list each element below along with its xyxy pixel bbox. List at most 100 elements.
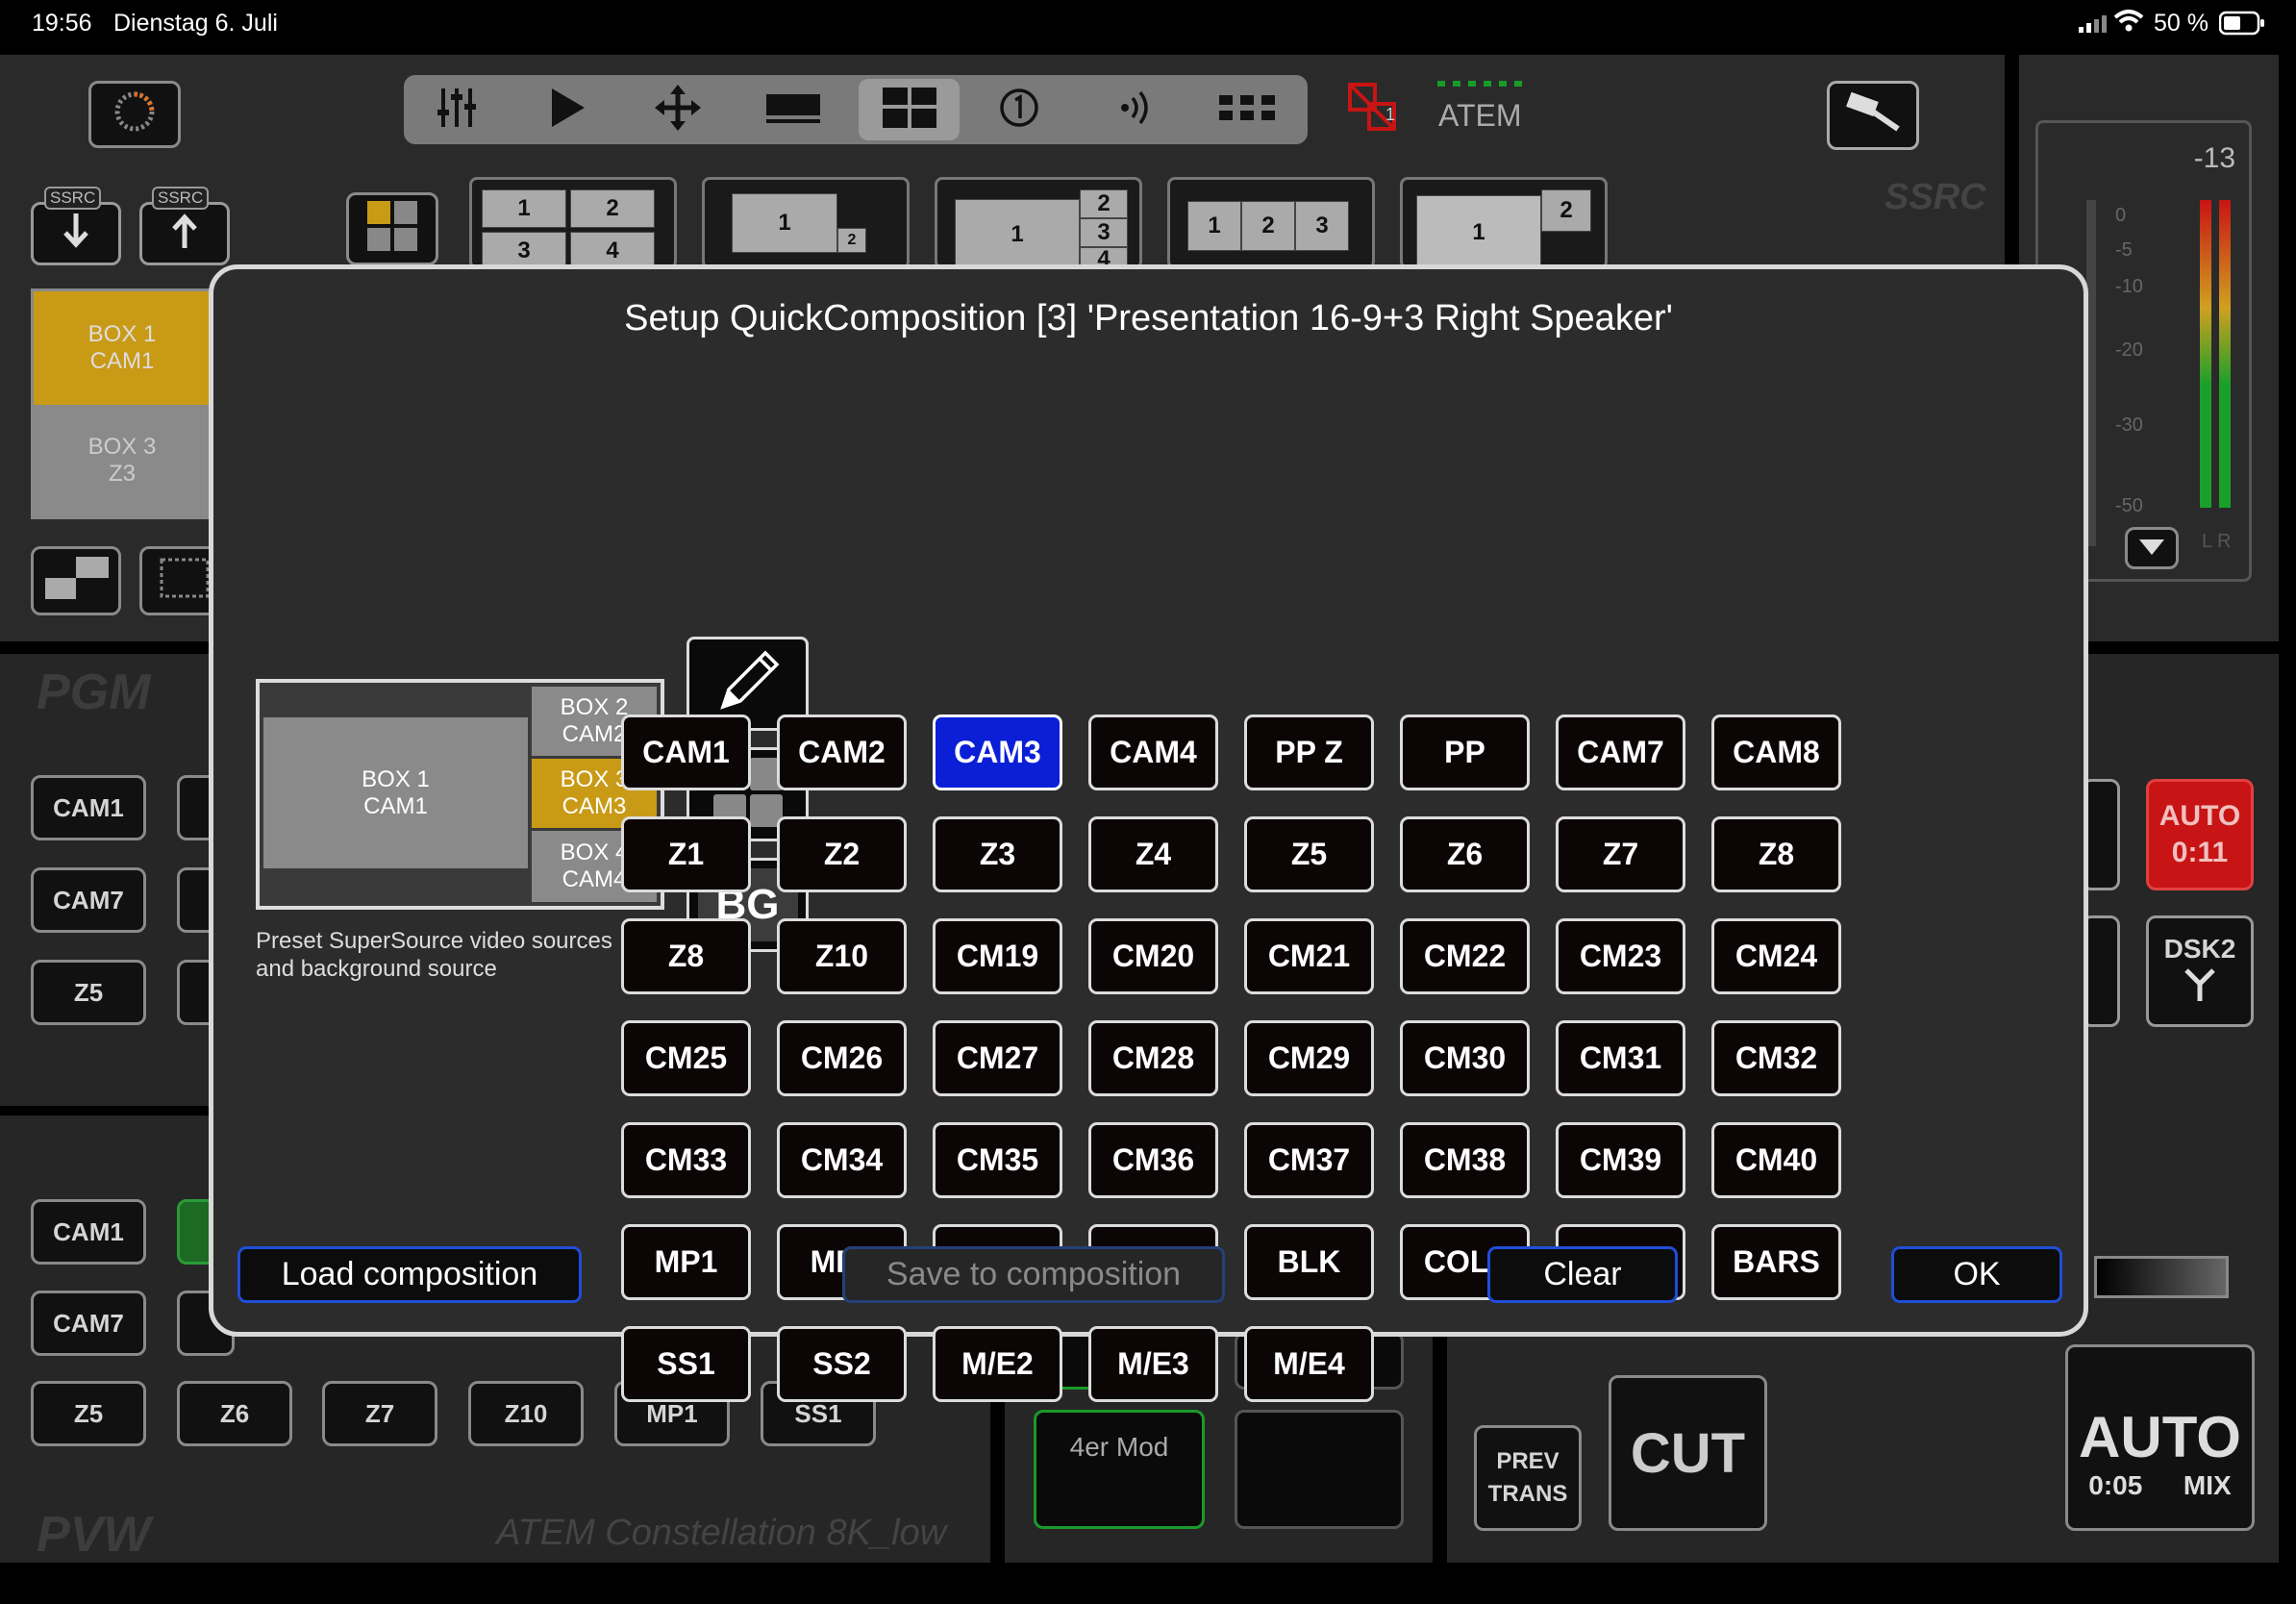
source-button-cm39[interactable]: CM39 [1556,1122,1685,1198]
meter-lr-label: L R [2202,531,2232,552]
source-button-z7[interactable]: Z7 [1556,816,1685,892]
source-button-m-e3[interactable]: M/E3 [1088,1326,1218,1402]
source-button-pp[interactable]: PP [1400,714,1530,790]
pgm-cam1-button[interactable]: CAM1 [31,775,146,840]
source-button-cam2[interactable]: CAM2 [777,714,907,790]
mixer-tab[interactable] [428,83,486,137]
prev-trans-button[interactable]: PREV TRANS [1474,1425,1582,1531]
source-button-cm28[interactable]: CM28 [1088,1020,1218,1096]
dsk2-button[interactable]: DSK2 [2146,915,2254,1027]
comp-thumb-5[interactable]: 1 2 [1400,177,1608,269]
auto-transition-button[interactable]: AUTO 0:11 [2146,779,2254,890]
macro-tab[interactable] [990,83,1048,137]
pgm-cam7-button[interactable]: CAM7 [31,867,146,933]
auto-duration: 0:05 [2088,1469,2143,1500]
thumb-cell: 3 [1295,201,1349,251]
source-button-pp-z[interactable]: PP Z [1244,714,1374,790]
source-button-cam7[interactable]: CAM7 [1556,714,1685,790]
pvw-z5-button[interactable]: Z5 [31,1381,146,1446]
source-button-cam1[interactable]: CAM1 [621,714,751,790]
source-button-m-e2[interactable]: M/E2 [933,1326,1062,1402]
thumb-cell: 2 [1541,189,1591,232]
source-button-cm22[interactable]: CM22 [1400,918,1530,994]
source-button-z2[interactable]: Z2 [777,816,907,892]
meter-bar-left [2200,200,2211,508]
source-button-z1[interactable]: Z1 [621,816,751,892]
comp-thumb-3[interactable]: 1 2 3 4 [935,177,1142,269]
pvw-cam7-button[interactable]: CAM7 [31,1291,146,1356]
source-button-cm40[interactable]: CM40 [1711,1122,1841,1198]
source-button-z10[interactable]: Z10 [777,918,907,994]
pvw-z10-button[interactable]: Z10 [468,1381,584,1446]
audio-tab[interactable] [1106,83,1163,137]
source-button-cm35[interactable]: CM35 [933,1122,1062,1198]
source-button-cam8[interactable]: CAM8 [1711,714,1841,790]
play-tab[interactable] [538,83,596,137]
source-button-cm31[interactable]: CM31 [1556,1020,1685,1096]
keyer-tab[interactable] [760,83,827,137]
source-button-cam4[interactable]: CAM4 [1088,714,1218,790]
settings-button[interactable] [88,81,181,148]
layout-button[interactable] [31,546,121,615]
source-button-z5[interactable]: Z5 [1244,816,1374,892]
source-button-z6[interactable]: Z6 [1400,816,1530,892]
source-button-cm36[interactable]: CM36 [1088,1122,1218,1198]
triangle-down-icon [2137,534,2166,564]
source-button-ss1[interactable]: SS1 [621,1326,751,1402]
source-button-ss2[interactable]: SS2 [777,1326,907,1402]
tools-button[interactable] [1827,81,1919,150]
pvw-z7-button[interactable]: Z7 [322,1381,437,1446]
move-tab[interactable] [649,83,707,137]
source-button-cm34[interactable]: CM34 [777,1122,907,1198]
source-button-z3[interactable]: Z3 [933,816,1062,892]
pgm-z5-button[interactable]: Z5 [31,960,146,1025]
clear-button[interactable]: Clear [1487,1246,1678,1303]
supersource-tab[interactable] [859,79,960,140]
source-button-cm19[interactable]: CM19 [933,918,1062,994]
comp-thumb-4[interactable]: 1 2 3 [1167,177,1375,269]
more-tab[interactable] [1211,83,1285,137]
cut-button[interactable]: CUT [1609,1375,1767,1531]
ssrc-down-button[interactable] [31,202,121,265]
source-button-cm25[interactable]: CM25 [621,1020,751,1096]
load-composition-button[interactable]: Load composition [237,1246,582,1303]
connection-icon[interactable] [1346,81,1408,139]
battery-icon [2218,11,2265,42]
source-button-cm21[interactable]: CM21 [1244,918,1374,994]
source-button-cm27[interactable]: CM27 [933,1020,1062,1096]
source-button-cm29[interactable]: CM29 [1244,1020,1374,1096]
source-button-z8[interactable]: Z8 [621,918,751,994]
source-button-cam3[interactable]: CAM3 [933,714,1062,790]
source-button-cm23[interactable]: CM23 [1556,918,1685,994]
source-button-z8[interactable]: Z8 [1711,816,1841,892]
comp-thumb-1[interactable]: 1 2 3 4 [469,177,677,269]
source-button-bars[interactable]: BARS [1711,1224,1841,1300]
pvw-z6-button[interactable]: Z6 [177,1381,292,1446]
auto-mix-button[interactable]: AUTO 0:05 MIX [2065,1344,2255,1531]
mod-button[interactable]: 4er Mod [1034,1410,1205,1529]
source-button-m-e4[interactable]: M/E4 [1244,1326,1374,1402]
source-button-cm30[interactable]: CM30 [1400,1020,1530,1096]
source-button-cm20[interactable]: CM20 [1088,918,1218,994]
comp-thumb-2[interactable]: 1 2 [702,177,910,269]
source-button-cm32[interactable]: CM32 [1711,1020,1841,1096]
source-button-cm24[interactable]: CM24 [1711,918,1841,994]
auto-label: AUTO [2079,1404,2241,1469]
composition-preview[interactable]: BOX 1 CAM1 BOX 2 CAM2 BOX 3 CAM3 BOX 4 C… [256,679,664,910]
ssrc-up-button[interactable] [139,202,230,265]
quad-layout-icon [881,86,938,135]
source-button-mp1[interactable]: MP1 [621,1224,751,1300]
source-button-cm37[interactable]: CM37 [1244,1122,1374,1198]
ok-button[interactable]: OK [1891,1246,2062,1303]
source-button-cm33[interactable]: CM33 [621,1122,751,1198]
save-to-composition-button[interactable]: Save to composition [842,1246,1225,1303]
quickcomp-button[interactable] [346,192,438,265]
source-button-cm26[interactable]: CM26 [777,1020,907,1096]
empty-slot-button[interactable] [1235,1410,1404,1529]
source-button-cm38[interactable]: CM38 [1400,1122,1530,1198]
source-button-blk[interactable]: BLK [1244,1224,1374,1300]
source-button-z4[interactable]: Z4 [1088,816,1218,892]
left-preview-box1: BOX 1 CAM1 [34,291,211,405]
meter-menu-button[interactable] [2125,527,2179,569]
pvw-cam1-button[interactable]: CAM1 [31,1199,146,1265]
